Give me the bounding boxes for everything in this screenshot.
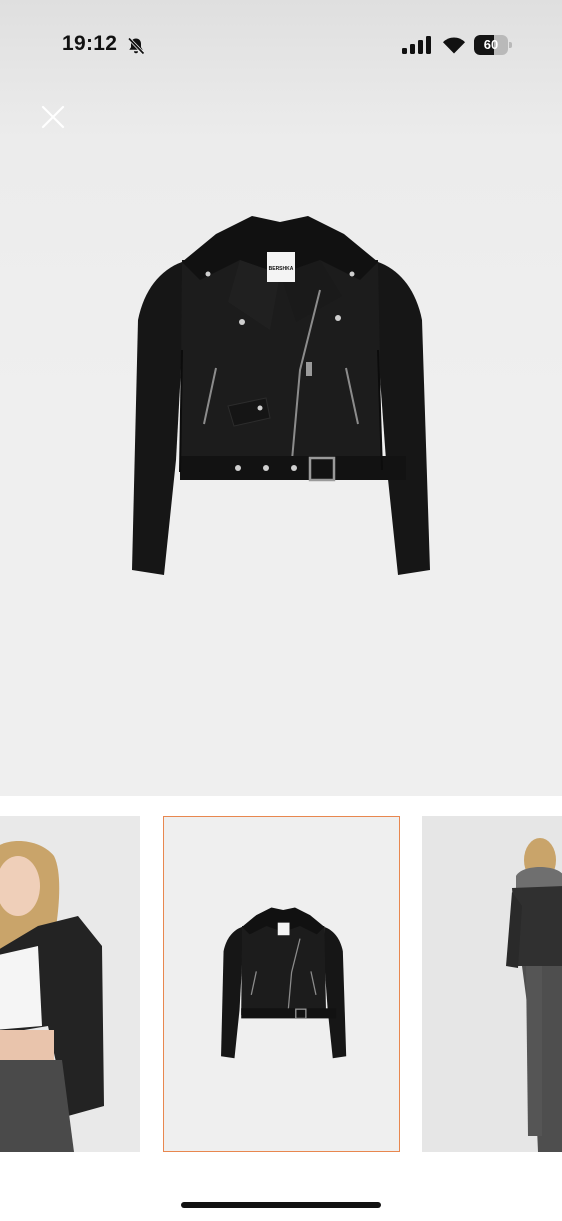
main-image-viewer[interactable]: 19:12 60 BERSHKA <box>0 0 562 796</box>
product-thumbnail-image <box>164 817 399 1151</box>
model-front-image <box>0 816 140 1152</box>
battery-icon: 60 <box>474 35 512 55</box>
bell-slash-icon <box>127 37 145 55</box>
thumbnail-model-back[interactable] <box>422 816 562 1152</box>
brand-tag-text: BERSHKA <box>269 266 294 272</box>
main-product-image[interactable]: BERSHKA <box>120 210 440 590</box>
thumbnail-model-front[interactable] <box>0 816 140 1152</box>
wifi-icon <box>443 37 465 54</box>
status-time: 19:12 <box>62 32 118 55</box>
status-bar: 19:12 60 <box>0 0 562 90</box>
thumbnail-product-selected[interactable] <box>163 816 400 1152</box>
battery-level-text: 60 <box>483 37 499 52</box>
battery-tip <box>509 42 512 48</box>
cellular-signal-icon <box>402 36 431 54</box>
model-back-image <box>422 816 562 1152</box>
home-indicator[interactable] <box>181 1202 381 1208</box>
close-icon[interactable] <box>38 102 68 132</box>
battery-body: 60 <box>474 35 508 55</box>
thumbnail-strip <box>0 816 562 1154</box>
